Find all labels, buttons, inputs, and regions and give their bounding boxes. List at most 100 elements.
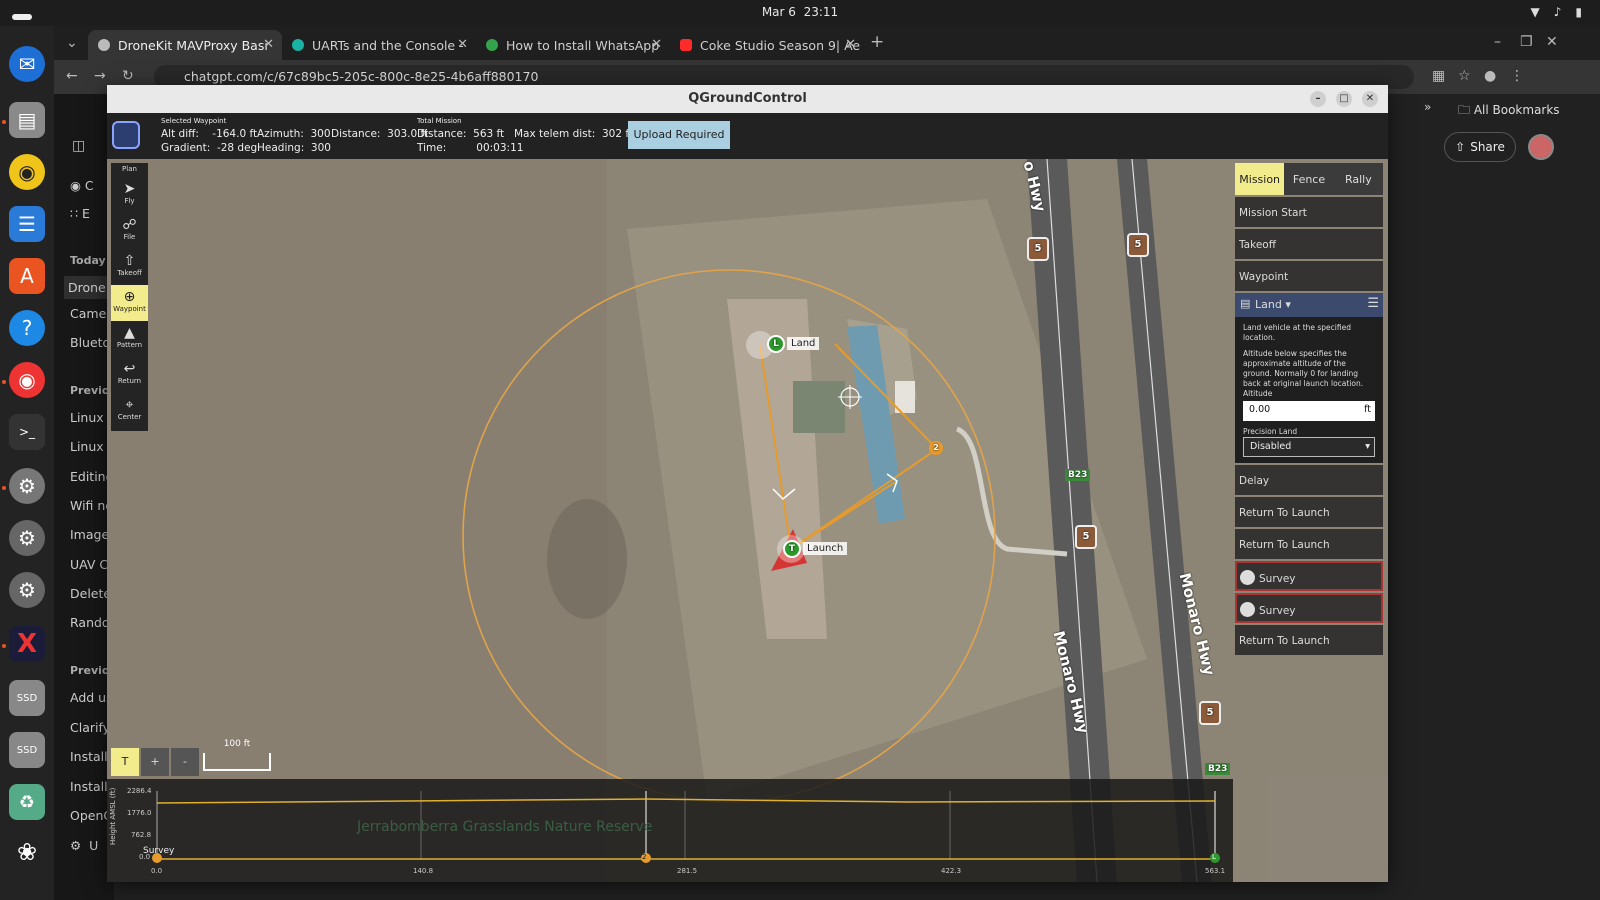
minimize-icon[interactable]: – — [1310, 91, 1326, 107]
chat-item[interactable]: Wifi no — [70, 498, 112, 513]
forward-icon[interactable]: → — [94, 68, 106, 84]
all-bookmarks-button[interactable]: 🗀 All Bookmarks — [1458, 101, 1560, 122]
mission-item[interactable]: Return To Launch — [1235, 497, 1383, 527]
extensions-icon[interactable]: ▦ — [1432, 68, 1445, 84]
chat-item[interactable]: Rando — [70, 615, 112, 630]
fly-button[interactable]: ➤ Fly — [111, 177, 148, 213]
chat-item[interactable]: Image I — [70, 527, 112, 542]
close-icon[interactable]: ✕ — [1362, 91, 1378, 107]
upload-required-button[interactable]: Upload Required — [628, 121, 730, 149]
tab-fence[interactable]: Fence — [1284, 163, 1334, 195]
clock[interactable]: Mar 6 23:11 — [0, 5, 1600, 19]
mission-item[interactable]: Waypoint — [1235, 261, 1383, 291]
survey-item[interactable]: Survey — [1235, 561, 1383, 591]
launch-marker[interactable]: T — [783, 540, 801, 558]
mission-item[interactable]: Takeoff — [1235, 229, 1383, 259]
rhythmbox-icon[interactable]: ◉ — [9, 154, 45, 190]
hamburger-menu-icon[interactable]: ☰ — [1367, 296, 1379, 311]
close-tab-icon[interactable]: ✕ — [263, 37, 274, 52]
system-tray[interactable]: ▼ ♪ ▮ — [1530, 5, 1582, 19]
zoom-in-button[interactable]: + — [141, 748, 169, 776]
profile-waypoint-2[interactable]: 2 — [642, 853, 646, 861]
land-marker[interactable]: L — [767, 335, 785, 353]
chat-item[interactable]: Linux C — [70, 410, 112, 425]
mission-item[interactable]: Delay — [1235, 465, 1383, 495]
bookmark-star-icon[interactable]: ☆ — [1458, 68, 1471, 84]
user-menu[interactable]: ⚙ U — [70, 838, 112, 853]
zoom-out-button[interactable]: - — [171, 748, 199, 776]
mission-item[interactable]: Return To Launch — [1235, 625, 1383, 655]
chat-item[interactable]: Add us — [70, 690, 112, 705]
chrome-icon[interactable]: ◉ — [9, 362, 45, 398]
chat-item[interactable]: Clarify — [70, 720, 112, 735]
tab-whatsapp[interactable]: How to Install WhatsApp ✕ — [476, 30, 670, 60]
map-view[interactable]: L Land T Launch 2 5 5 5 5 B23 B23 Monaro… — [107, 159, 1388, 882]
show-apps-icon[interactable]: ❀ — [9, 834, 45, 870]
profile-land-point[interactable]: L — [1212, 853, 1216, 861]
files-icon[interactable]: ▤ — [9, 102, 45, 138]
new-tab-button[interactable]: + — [870, 32, 884, 52]
close-tab-icon[interactable]: ✕ — [845, 37, 856, 52]
more-bookmarks-icon[interactable]: » — [1424, 100, 1431, 114]
ssd-drive-icon[interactable]: SSD — [9, 732, 45, 768]
trash-icon[interactable]: ▤ — [1240, 297, 1250, 310]
tab-rally[interactable]: Rally — [1333, 163, 1383, 195]
mission-item[interactable]: Mission Start — [1235, 197, 1383, 227]
sidebar-toggle-icon[interactable]: ◫ — [72, 138, 85, 154]
waypoint-2-marker[interactable]: 2 — [929, 441, 943, 455]
chat-item[interactable]: Blueto — [70, 335, 112, 350]
reload-icon[interactable]: ↻ — [122, 68, 134, 84]
chat-item[interactable]: Camera — [70, 306, 112, 321]
altitude-input[interactable]: 0.00 ft — [1243, 401, 1375, 421]
back-icon[interactable]: ← — [66, 68, 78, 84]
app-center-icon[interactable]: A — [9, 258, 45, 294]
chat-item[interactable]: Linux F — [70, 439, 112, 454]
chat-item[interactable]: Install — [70, 779, 112, 794]
close-window-icon[interactable]: ✕ — [1546, 34, 1558, 50]
tab-dronekit[interactable]: DroneKit MAVProxy Basi ✕ — [88, 30, 282, 60]
terminal-icon[interactable]: >_ — [9, 414, 45, 450]
avatar[interactable] — [1528, 134, 1554, 160]
chat-item[interactable]: Editing — [70, 469, 112, 484]
ssd-drive-icon[interactable]: SSD — [9, 680, 45, 716]
settings-icon[interactable]: ⚙ — [9, 572, 45, 608]
crosshair-icon: ⌖ — [125, 397, 134, 413]
trash-icon[interactable]: ♻ — [9, 784, 45, 820]
pattern-button[interactable]: ▲ Pattern — [111, 321, 148, 357]
settings-icon[interactable]: ⚙ — [9, 468, 45, 504]
return-button[interactable]: ↩ Return — [111, 357, 148, 393]
precision-land-select[interactable]: Disabled ▾ — [1243, 437, 1375, 457]
takeoff-button[interactable]: ⇧ Takeoff — [111, 249, 148, 285]
chat-item[interactable]: Install V — [70, 749, 112, 764]
waypoint-button[interactable]: ⊕ Waypoint — [111, 285, 148, 321]
sidebar-item-explore[interactable]: ∷ E — [70, 206, 112, 221]
chat-item[interactable]: OpenC — [70, 808, 112, 823]
thunderbird-icon[interactable]: ✉ — [9, 46, 45, 82]
settings-icon[interactable]: ⚙ — [9, 520, 45, 556]
chat-item[interactable]: UAV Co — [70, 557, 112, 572]
writer-icon[interactable]: ☰ — [9, 206, 45, 242]
survey-item[interactable]: Survey — [1235, 593, 1383, 623]
close-tab-icon[interactable]: ✕ — [457, 37, 468, 52]
tab-mission[interactable]: Mission — [1235, 163, 1285, 195]
help-icon[interactable]: ? — [9, 310, 45, 346]
tab-uarts[interactable]: UARTs and the Console - ✕ — [282, 30, 476, 60]
qgc-logo[interactable] — [112, 121, 140, 149]
minimize-icon[interactable]: – — [1494, 34, 1501, 50]
menu-icon[interactable]: ⋮ — [1510, 68, 1524, 84]
profile-icon[interactable]: ● — [1484, 68, 1496, 84]
close-tab-icon[interactable]: ✕ — [651, 37, 662, 52]
maximize-icon[interactable]: □ — [1336, 91, 1352, 107]
tab-coke-studio[interactable]: Coke Studio Season 9| Ae ✕ — [670, 30, 864, 60]
sidebar-item-chatgpt[interactable]: ◉ C — [70, 178, 112, 193]
chat-item[interactable]: Delete — [70, 586, 112, 601]
share-button[interactable]: ⇧ Share — [1444, 132, 1516, 162]
land-item-header[interactable]: ▤ Land ▾ ☰ — [1235, 293, 1383, 317]
tab-search-icon[interactable]: ⌄ — [66, 35, 78, 51]
file-button[interactable]: ☍ File — [111, 213, 148, 249]
qgc-app-icon[interactable]: X — [9, 626, 45, 662]
mission-item[interactable]: Return To Launch — [1235, 529, 1383, 559]
maximize-icon[interactable]: ❐ — [1520, 34, 1533, 50]
center-button[interactable]: ⌖ Center — [111, 393, 148, 429]
terrain-toggle-button[interactable]: T — [111, 748, 139, 776]
